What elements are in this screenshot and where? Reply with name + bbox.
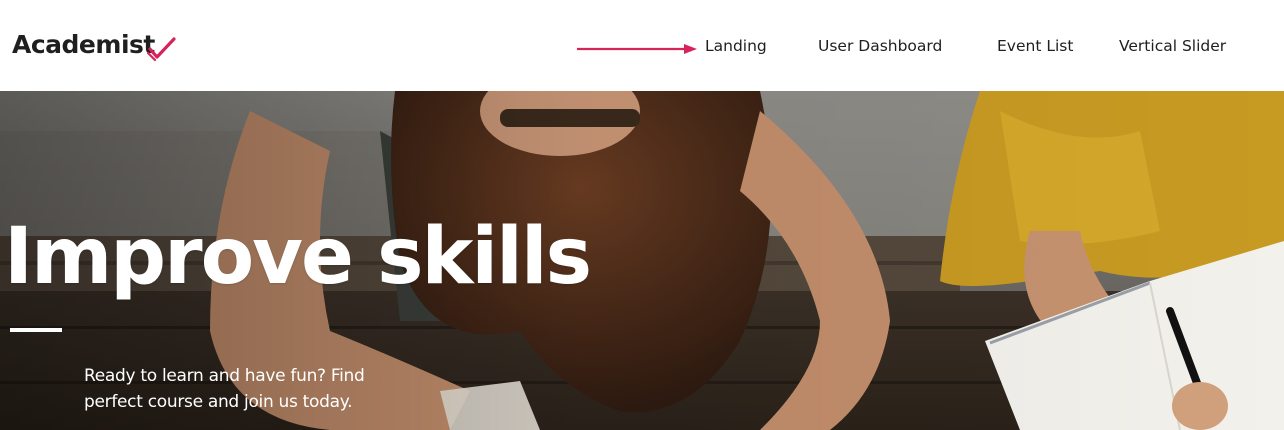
check-icon: [147, 37, 176, 62]
nav-item-user-dashboard[interactable]: User Dashboard: [818, 36, 942, 56]
nav-item-vertical-slider[interactable]: Vertical Slider: [1119, 36, 1226, 56]
nav-item-landing[interactable]: Landing: [705, 36, 767, 56]
hero-subtitle-line-1: Ready to learn and have fun? Find: [84, 366, 365, 386]
nav-item-event-list[interactable]: Event List: [997, 36, 1073, 56]
arrow-right-icon: [577, 44, 697, 54]
hero-title: Improve skills: [4, 212, 592, 302]
site-header: Academist Landing User Dashboard Event L…: [0, 0, 1284, 91]
hero-banner: Improve skills Ready to learn and have f…: [0, 91, 1284, 430]
hero-divider: [10, 328, 62, 332]
logo[interactable]: Academist: [12, 30, 155, 60]
hero-subtitle-line-2: perfect course and join us today.: [84, 392, 353, 412]
hero-subtitle: Ready to learn and have fun? Find perfec…: [84, 363, 424, 415]
